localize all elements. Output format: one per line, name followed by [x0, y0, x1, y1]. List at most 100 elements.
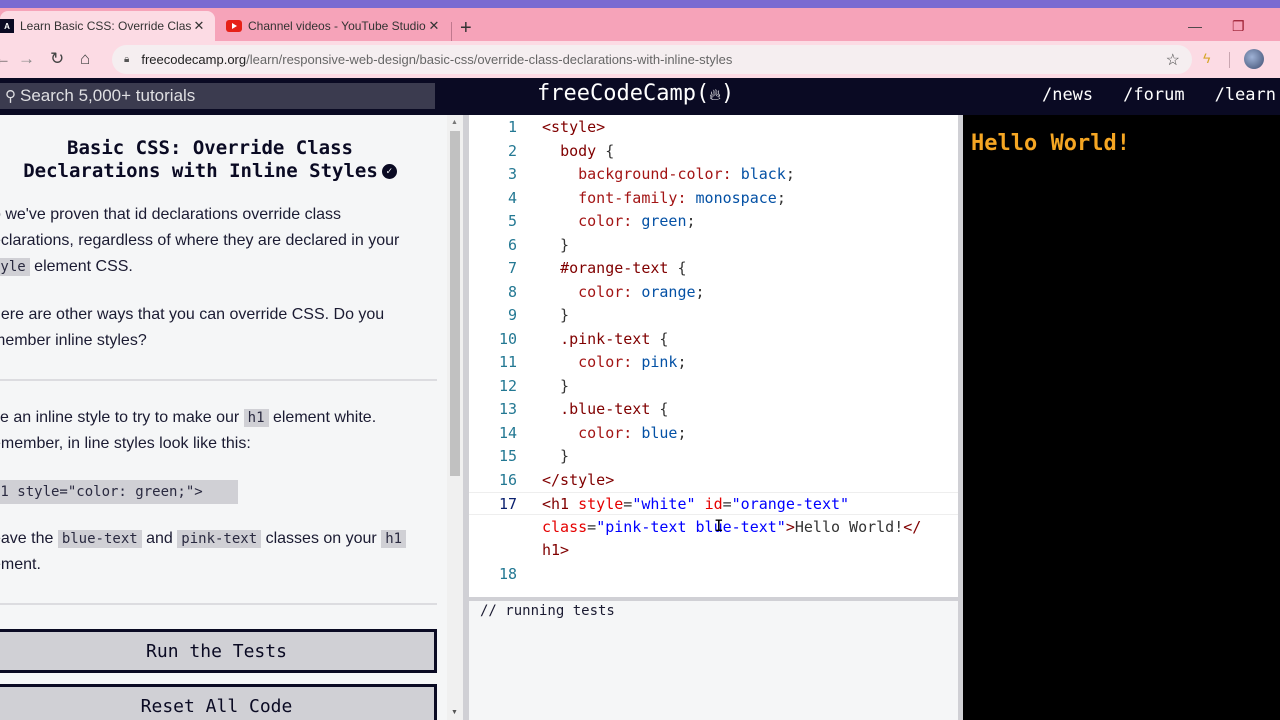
reload-icon[interactable]: ↻ — [50, 49, 64, 69]
nav-link-news[interactable]: /news — [1042, 85, 1093, 105]
code-text: color: orange; — [542, 281, 705, 304]
code-text: } — [542, 445, 569, 468]
code-line[interactable]: 7 #orange-text { — [469, 257, 958, 280]
freecodecamp-icon: A — [0, 19, 14, 33]
lesson-title-line2: Declarations with Inline Styles — [23, 160, 378, 182]
tab-bar: A Learn Basic CSS: Override Class Declar… — [0, 8, 1280, 42]
address-bar[interactable]: 🔒︎ freecodecamp.org/learn/responsive-web… — [112, 45, 1192, 74]
code-line[interactable]: 2 body { — [469, 140, 958, 163]
home-icon[interactable]: ⌂ — [80, 49, 90, 69]
line-number: 10 — [498, 329, 517, 348]
tab-freecodecamp[interactable]: A Learn Basic CSS: Override Class Declar… — [0, 11, 215, 41]
code-token: .pink-text — [560, 329, 651, 348]
code-line[interactable]: 17 <h1 style="white" id="orange-text" — [469, 492, 958, 515]
code-token: ; — [677, 353, 687, 371]
restore-button[interactable]: ❐ — [1232, 18, 1245, 35]
tab-youtube-studio[interactable]: Channel videos - YouTube Studio ✕ — [220, 11, 450, 41]
description-paragraph-2: here are other ways that you can overrid… — [0, 302, 432, 354]
code-line[interactable]: 3 background-color: black; — [469, 163, 958, 186]
code-token: pink — [641, 353, 678, 371]
code-token: } — [542, 235, 570, 254]
code-text: } — [542, 304, 569, 327]
forward-icon[interactable]: → — [18, 49, 35, 69]
scroll-down-icon[interactable]: ▼ — [451, 709, 458, 716]
code-line[interactable]: 13 .blue-text { — [469, 398, 958, 421]
code-line[interactable]: 15 } — [469, 445, 958, 468]
url-host: freecodecamp.org — [141, 52, 247, 67]
bookmark-star-icon[interactable]: ☆ — [1166, 50, 1180, 70]
instructions-paragraph-2: eave the blue-text and pink-text classes… — [0, 526, 432, 578]
minimize-button[interactable]: — — [1188, 18, 1202, 34]
code-token: body — [560, 141, 597, 160]
code-line[interactable]: h1> — [469, 539, 958, 562]
youtube-icon — [226, 20, 242, 32]
browser-toolbar: ← → ↻ ⌂ 🔒︎ freecodecamp.org/learn/respon… — [0, 41, 1280, 78]
search-input[interactable]: ⚲ Search 5,000+ tutorials — [0, 83, 435, 109]
code-line[interactable]: 10 .pink-text { — [469, 328, 958, 351]
code-line[interactable]: 14 color: blue; — [469, 422, 958, 445]
code-line[interactable]: 4 font-family: monospace; — [469, 187, 958, 210]
code-token: ; — [677, 423, 687, 442]
inline-code: h1 — [243, 409, 269, 427]
code-token: } — [542, 447, 570, 465]
code-text: h1> — [542, 539, 569, 562]
nav-link-learn[interactable]: /learn — [1215, 85, 1276, 105]
line-number: 8 — [507, 282, 517, 301]
nav-link-forum[interactable]: /forum — [1123, 85, 1184, 105]
code-token: ; — [695, 282, 705, 301]
reset-code-button[interactable]: Reset All Code — [0, 684, 437, 720]
fcc-logo[interactable]: freeCodeCamp(🔥︎) — [537, 81, 734, 106]
code-line[interactable]: 12 } — [469, 375, 958, 398]
code-token: ; — [686, 212, 696, 230]
code-line[interactable]: 11 color: pink; — [469, 351, 958, 374]
code-line[interactable]: 18 — [469, 563, 958, 586]
instructions-scrollbar[interactable]: ▲ ▼ — [447, 115, 463, 720]
code-line[interactable]: 6 } — [469, 234, 958, 257]
close-tab-icon[interactable]: ✕ — [191, 18, 207, 34]
code-line[interactable]: 9 } — [469, 304, 958, 327]
code-example: h1 style="color: green;"> — [0, 480, 238, 504]
url-path: /learn/responsive-web-design/basic-css/o… — [246, 52, 733, 67]
back-icon[interactable]: ← — [0, 49, 11, 69]
code-token: ; — [785, 165, 795, 183]
lesson-title: Basic CSS: Override Class Declarations w… — [0, 137, 420, 183]
scroll-up-icon[interactable]: ▲ — [451, 119, 458, 126]
line-number: 12 — [498, 376, 517, 395]
divider — [0, 379, 437, 381]
code-token: background-color: — [578, 165, 741, 183]
code-text: color: pink; — [542, 351, 687, 374]
tab-title: Channel videos - YouTube Studio — [248, 19, 426, 33]
code-line[interactable]: 1 <style> — [469, 116, 958, 139]
code-token: color: — [578, 423, 642, 442]
code-token: } — [542, 306, 570, 324]
inline-code: blue-text — [57, 530, 142, 548]
code-token: { — [650, 400, 669, 418]
code-text: <style> — [542, 116, 605, 139]
tab-title: Learn Basic CSS: Override Class Declarat… — [20, 19, 191, 33]
line-number: 14 — [498, 423, 517, 442]
code-text: background-color: black; — [542, 163, 795, 186]
close-tab-icon[interactable]: ✕ — [426, 18, 442, 34]
code-line[interactable]: 16 </style> — [469, 469, 958, 492]
extension-icon[interactable]: ϟ — [1203, 50, 1210, 66]
code-token: "pink-text blue-text" — [596, 517, 786, 536]
new-tab-button[interactable]: + — [460, 18, 472, 38]
scrollbar-thumb[interactable] — [450, 131, 460, 476]
code-line[interactable]: 5 color: green; — [469, 210, 958, 233]
profile-avatar[interactable] — [1244, 49, 1264, 69]
code-token: black — [740, 165, 786, 183]
window-title-strip — [0, 0, 1280, 8]
code-line[interactable]: 8 color: orange; — [469, 281, 958, 304]
search-icon: ⚲ — [5, 88, 16, 105]
code-token: </style> — [542, 470, 615, 489]
code-token: color: — [578, 212, 642, 230]
line-number: 7 — [507, 259, 517, 277]
code-token: style — [578, 495, 624, 513]
run-tests-button[interactable]: Run the Tests — [0, 629, 437, 673]
code-token: Hello World! — [794, 517, 904, 536]
code-token: { — [650, 329, 669, 348]
code-token: monospace — [695, 188, 777, 207]
